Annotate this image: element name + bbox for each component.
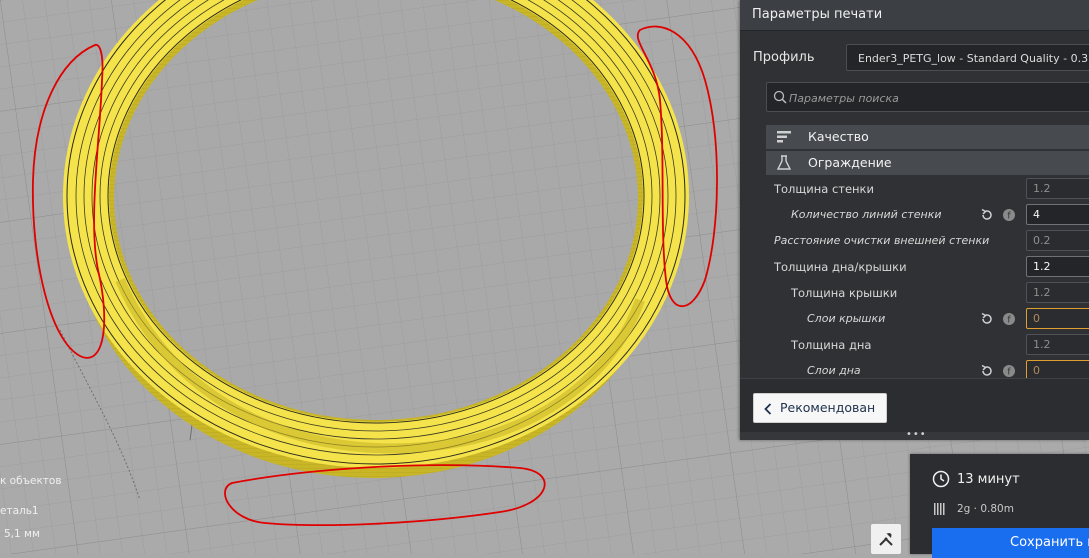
search-input[interactable]	[787, 87, 1089, 109]
setting-label: Количество линий стенки	[791, 208, 942, 221]
category-quality[interactable]: Качество	[766, 125, 1089, 149]
print-settings-panel: Параметры печати Профиль Ender3_PETG_low…	[740, 0, 1089, 440]
wall-thickness-field[interactable]: 1.2	[1026, 178, 1089, 199]
shell-icon	[776, 155, 792, 170]
reset-icon[interactable]	[980, 208, 994, 222]
setting-label: Толщина дна/крышки	[774, 260, 907, 274]
setting-label: Расстояние очистки внешней стенки	[774, 234, 990, 247]
setting-label: Слои крышки	[807, 312, 886, 325]
setting-top-layers: Слои крышки f 0	[740, 306, 1089, 332]
setting-label: Толщина стенки	[774, 182, 874, 196]
category-label: Качество	[808, 129, 869, 144]
print-info-panel: 13 минут 2g · 0.80m Сохранить в	[910, 454, 1089, 558]
setting-wall-thickness: Толщина стенки 1.2	[740, 176, 1089, 202]
panel-footer: Рекомендован	[740, 378, 1089, 434]
top-layers-field[interactable]: 0	[1026, 308, 1089, 329]
setting-top-bottom-thickness: Толщина дна/крышки 1.2	[740, 254, 1089, 280]
object-count-text: к объектов	[0, 475, 62, 487]
profile-select[interactable]: Ender3_PETG_low - Standard Quality - 0.3…	[846, 44, 1089, 71]
setting-bottom-thickness: Толщина дна 1.2	[740, 332, 1089, 358]
category-label: Ограждение	[808, 155, 892, 170]
spool-icon	[934, 503, 945, 515]
reset-icon[interactable]	[980, 364, 994, 378]
info-icon[interactable]: f	[1002, 208, 1016, 222]
bottom-thickness-field[interactable]: 1.2	[1026, 334, 1089, 355]
recommended-label: Рекомендован	[780, 400, 876, 415]
top-bottom-thickness-field[interactable]: 1.2	[1026, 256, 1089, 277]
setting-bottom-layers: Слои дна f 0	[740, 358, 1089, 378]
setting-wall-line-count: Количество линий стенки f 4	[740, 202, 1089, 228]
info-icon[interactable]: f	[1002, 312, 1016, 326]
profile-label: Профиль	[753, 50, 815, 65]
material-usage: 2g · 0.80m	[957, 503, 1014, 515]
drag-dots-icon: •••	[906, 429, 927, 440]
tools-button[interactable]	[871, 524, 901, 554]
search-icon	[773, 90, 787, 104]
panel-header: Параметры печати	[740, 0, 1089, 31]
outer-wall-wipe-field[interactable]: 0.2	[1026, 230, 1089, 251]
chevron-left-icon	[764, 403, 772, 415]
clock-icon	[932, 470, 950, 488]
quality-icon	[777, 131, 791, 143]
category-shell[interactable]: Ограждение	[766, 151, 1089, 175]
setting-label: Толщина дна	[791, 338, 872, 352]
info-icon[interactable]: f	[1002, 364, 1016, 378]
recommended-button[interactable]: Рекомендован	[753, 393, 887, 423]
wall-line-count-field[interactable]: 4	[1026, 204, 1089, 225]
settings-search[interactable]	[766, 82, 1089, 112]
setting-label: Толщина крышки	[791, 286, 898, 300]
top-thickness-field[interactable]: 1.2	[1026, 282, 1089, 303]
object-name-text: еталь1	[0, 505, 39, 517]
tools-icon	[879, 533, 893, 546]
setting-label: Слои дна	[807, 364, 861, 377]
setting-outer-wall-wipe: Расстояние очистки внешней стенки 0.2	[740, 228, 1089, 254]
profile-row: Профиль Ender3_PETG_low - Standard Quali…	[740, 44, 1089, 72]
object-size-text: 5,1 мм	[4, 528, 40, 540]
panel-resize-handle[interactable]: •••	[740, 429, 1089, 440]
print-time: 13 минут	[957, 472, 1020, 487]
reset-icon[interactable]	[980, 312, 994, 326]
bottom-layers-field[interactable]: 0	[1026, 360, 1089, 378]
setting-top-thickness: Толщина крышки 1.2	[740, 280, 1089, 306]
